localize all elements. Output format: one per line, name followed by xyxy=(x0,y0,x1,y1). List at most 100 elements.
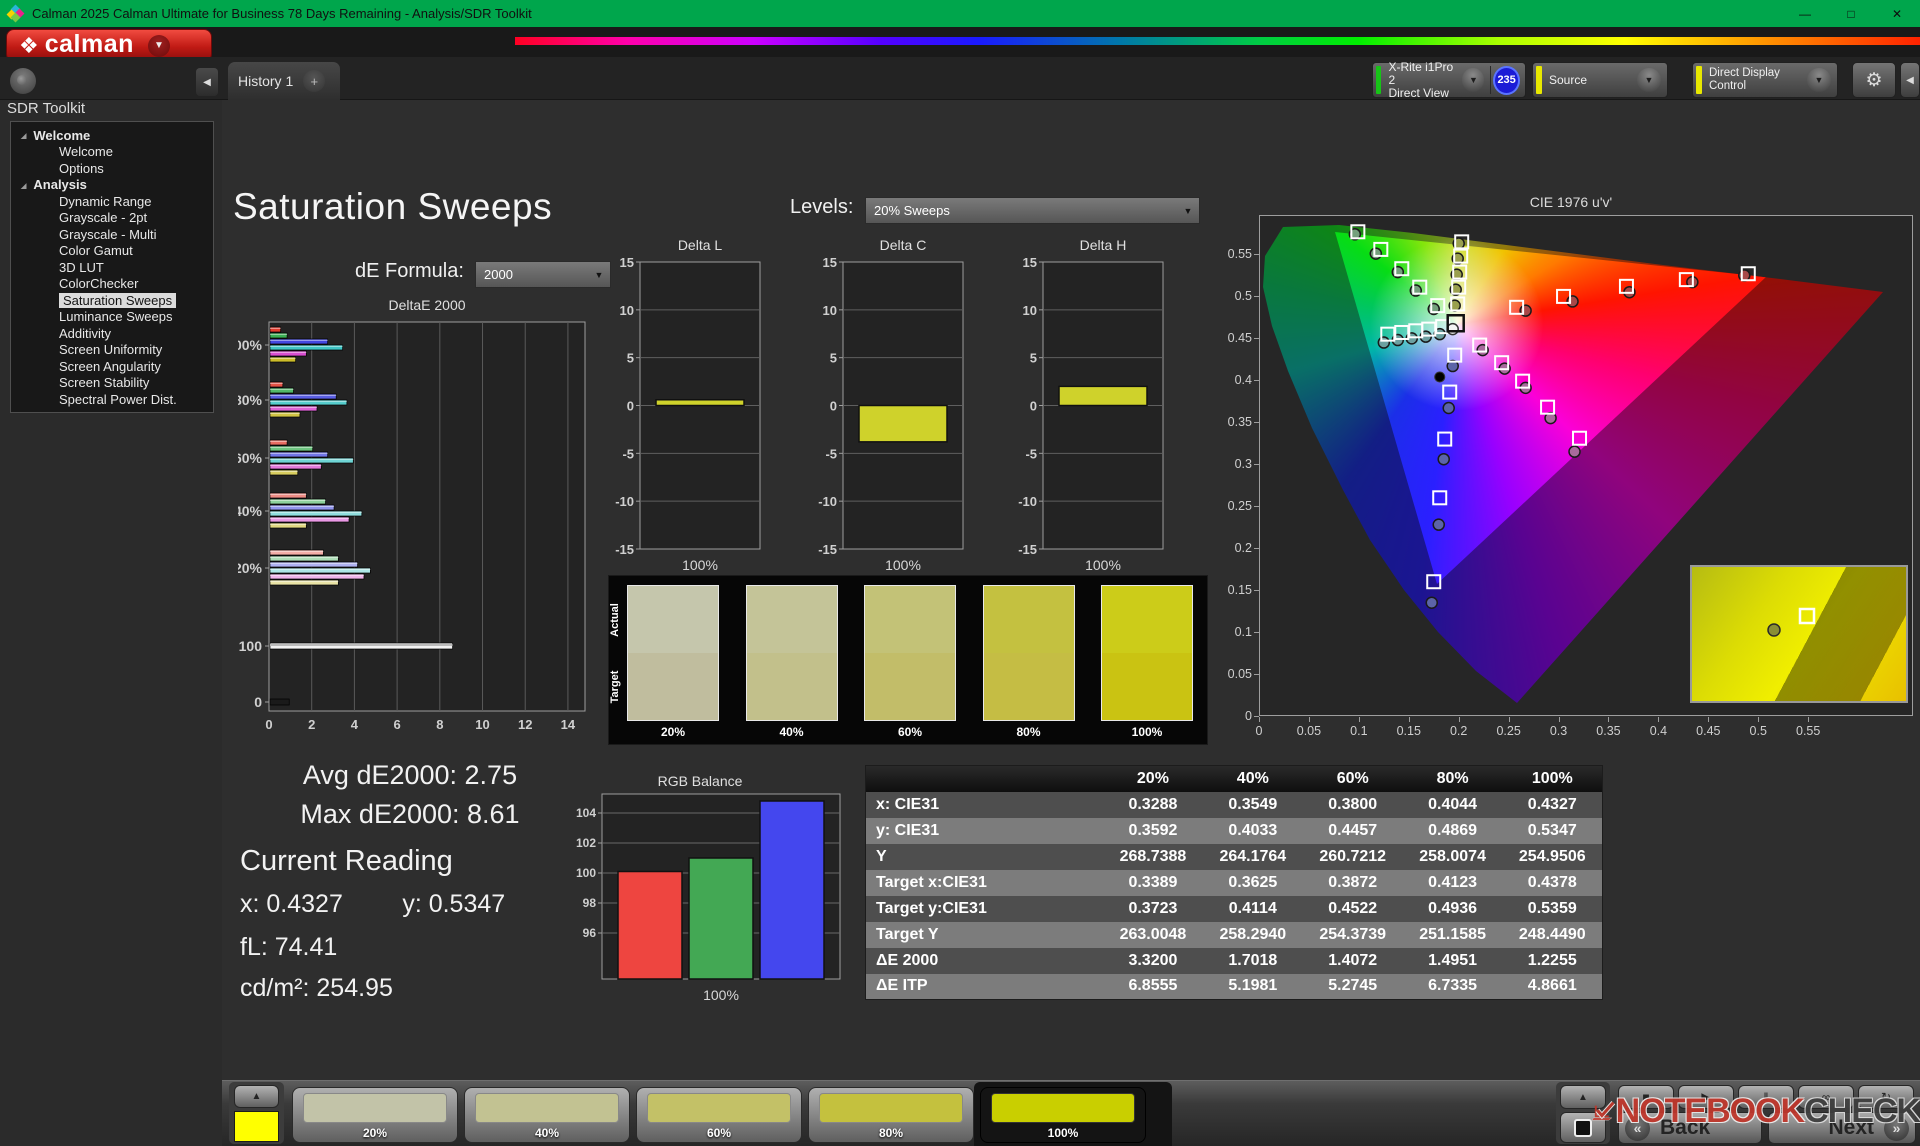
de-formula-label: dE Formula: xyxy=(355,260,464,282)
transport-expand-button[interactable]: ▲ xyxy=(1560,1085,1606,1109)
rgb-bar-blue xyxy=(759,800,825,980)
sidebar-item-screen-stability[interactable]: Screen Stability xyxy=(11,375,213,392)
add-tab-button[interactable]: + xyxy=(303,70,326,92)
delta-bar xyxy=(1058,385,1148,407)
table-cell: 0.4123 xyxy=(1428,873,1478,891)
sidebar-title: SDR Toolkit xyxy=(7,100,86,117)
toolbar-collapse-button[interactable]: ◀ xyxy=(1900,62,1920,98)
sidebar-item-grayscale-2pt[interactable]: Grayscale - 2pt xyxy=(11,210,213,227)
svg-text:0: 0 xyxy=(1030,399,1037,414)
meter-mode: Direct View xyxy=(1388,85,1449,100)
cie-x-tick: 0.4 xyxy=(1649,724,1668,738)
cie-measured-marker xyxy=(1377,336,1391,349)
next-button[interactable]: Next » xyxy=(1768,1112,1916,1144)
table-row: ΔE ITP 6.8555 5.1981 5.2745 6.7335 4.8661 xyxy=(865,973,1603,1000)
source-dropdown[interactable]: Source ▼ xyxy=(1532,62,1668,98)
stop-display-button[interactable] xyxy=(1560,1112,1606,1143)
svg-text:98: 98 xyxy=(583,896,597,910)
level-button-40%[interactable]: 40% xyxy=(464,1087,630,1143)
sidebar-item-colorchecker[interactable]: ColorChecker xyxy=(11,276,213,293)
sidebar-item-luminance-sweeps[interactable]: Luminance Sweeps xyxy=(11,309,213,326)
display-control-label: Direct Display Control xyxy=(1709,67,1780,92)
chevrons-right-icon: » xyxy=(1884,1115,1909,1141)
reading-fl: fL: 74.41 xyxy=(240,933,338,961)
table-row-label: ΔE 2000 xyxy=(876,951,939,969)
sidebar-item-welcome[interactable]: ◢ Welcome xyxy=(11,127,213,144)
refresh-button[interactable]: ↻ xyxy=(1858,1085,1914,1109)
sidebar-item-dynamic-range[interactable]: Dynamic Range xyxy=(11,193,213,210)
close-button[interactable]: ✕ xyxy=(1874,0,1920,27)
sidebar-item-welcome[interactable]: Welcome xyxy=(11,144,213,161)
swatch-level-label: 40% xyxy=(779,725,804,739)
pause-icon: ‖ xyxy=(1763,1090,1769,1104)
sidebar-item-color-gamut[interactable]: Color Gamut xyxy=(11,243,213,260)
maximize-button[interactable]: □ xyxy=(1828,0,1874,27)
sidebar-item-screen-angularity[interactable]: Screen Angularity xyxy=(11,358,213,375)
svg-text:-5: -5 xyxy=(825,446,837,461)
table-row: ΔE 2000 3.3200 1.7018 1.4072 1.4951 1.2255 xyxy=(865,947,1603,974)
measurement-table: 20% 40% 60% 80% 100% x: CIE31 0.3288 0.3549 0.38… xyxy=(865,765,1603,1000)
sidebar-item-additivity[interactable]: Additivity xyxy=(11,325,213,342)
table-cell: 5.1981 xyxy=(1228,977,1278,995)
level-button-20%[interactable]: 20% xyxy=(292,1087,458,1143)
sidebar-collapse-button[interactable]: ◀ xyxy=(196,68,218,96)
cie-x-tick: 0.1 xyxy=(1350,724,1368,738)
display-control-dropdown[interactable]: Direct Display Control ▼ xyxy=(1692,62,1838,98)
de-formula-dropdown[interactable]: 2000 ▼ xyxy=(475,261,611,288)
patch-expand-button[interactable]: ▲ xyxy=(234,1085,279,1108)
svg-text:-5: -5 xyxy=(1025,446,1037,461)
back-button[interactable]: « Back xyxy=(1618,1112,1762,1144)
actual-target-swatch-strip: Actual Target 20% 40% 60% 80% 100% xyxy=(608,575,1208,745)
levels-dropdown[interactable]: 20% Sweeps ▼ xyxy=(865,197,1200,224)
window-titlebar: Calman 2025 Calman Ultimate for Business… xyxy=(0,0,1920,27)
svg-text:6: 6 xyxy=(393,717,400,732)
loop-button[interactable]: ∞ xyxy=(1798,1085,1854,1109)
table-row: Target y:CIE31 0.3723 0.4114 0.4522 0.4936 0.… xyxy=(865,895,1603,922)
svg-text:14: 14 xyxy=(561,717,576,732)
level-button-100%[interactable]: 100% xyxy=(980,1087,1146,1143)
rainbow-divider xyxy=(515,37,1920,45)
current-patch-swatch xyxy=(234,1111,279,1142)
chevron-down-icon[interactable]: ▼ xyxy=(1637,68,1661,92)
svg-text:100: 100 xyxy=(576,866,596,880)
svg-text:-10: -10 xyxy=(615,494,634,509)
svg-text:104: 104 xyxy=(576,806,596,820)
table-cell: 6.7335 xyxy=(1428,977,1478,995)
table-header-row: 20% 40% 60% 80% 100% xyxy=(865,765,1603,792)
source-label: Source xyxy=(1549,72,1588,87)
sidebar-item-analysis[interactable]: ◢ Analysis xyxy=(11,177,213,194)
cie-black-measured xyxy=(1434,371,1446,383)
minimize-button[interactable]: — xyxy=(1782,0,1828,27)
chevron-down-icon[interactable]: ▼ xyxy=(1807,68,1831,92)
table-cell: 258.0074 xyxy=(1419,847,1486,865)
cie-measured-marker xyxy=(1442,401,1455,415)
cie-y-tick: 0.15 xyxy=(1227,583,1252,598)
level-button-60%[interactable]: 60% xyxy=(636,1087,802,1143)
chevron-left-icon: ◀ xyxy=(1906,74,1914,86)
play-button[interactable]: ▶ xyxy=(1678,1085,1734,1109)
svg-text:RGB Balance: RGB Balance xyxy=(658,773,743,789)
sidebar-item-grayscale-multi[interactable]: Grayscale - Multi xyxy=(11,226,213,243)
tab-history-1[interactable]: History 1 + xyxy=(228,62,340,100)
gear-icon: ⚙ xyxy=(1865,69,1883,91)
sidebar-item-saturation-sweeps[interactable]: Saturation Sweeps xyxy=(11,292,213,309)
level-button-80%[interactable]: 80% xyxy=(808,1087,974,1143)
table-cell: 254.3739 xyxy=(1319,925,1387,943)
svg-text:-10: -10 xyxy=(818,494,837,509)
sidebar-item-options[interactable]: Options xyxy=(11,160,213,177)
stop-button[interactable]: ■ xyxy=(1618,1085,1674,1109)
pause-button[interactable]: ‖ xyxy=(1738,1085,1794,1109)
sidebar-item-3d-lut[interactable]: 3D LUT xyxy=(11,259,213,276)
sidebar-item-screen-uniformity[interactable]: Screen Uniformity xyxy=(11,342,213,359)
meter-dropdown[interactable]: X-Rite i1Pro 2 Direct View ▼ 235 xyxy=(1372,60,1526,100)
sidebar-item-spectral-power-dist-[interactable]: Spectral Power Dist. xyxy=(11,391,213,408)
table-cell: 3.3200 xyxy=(1128,951,1178,969)
settings-button[interactable]: ⚙ xyxy=(1852,62,1896,98)
table-row-label: ΔE ITP xyxy=(876,977,928,995)
meter-badge[interactable]: 235 xyxy=(1493,65,1520,95)
table-cell: 0.3592 xyxy=(1128,821,1178,839)
inset-target-marker xyxy=(1798,607,1816,625)
swatch-60% xyxy=(864,585,956,721)
chevron-down-icon[interactable]: ▼ xyxy=(1462,68,1485,92)
sidebar-dot-button[interactable] xyxy=(10,68,36,94)
